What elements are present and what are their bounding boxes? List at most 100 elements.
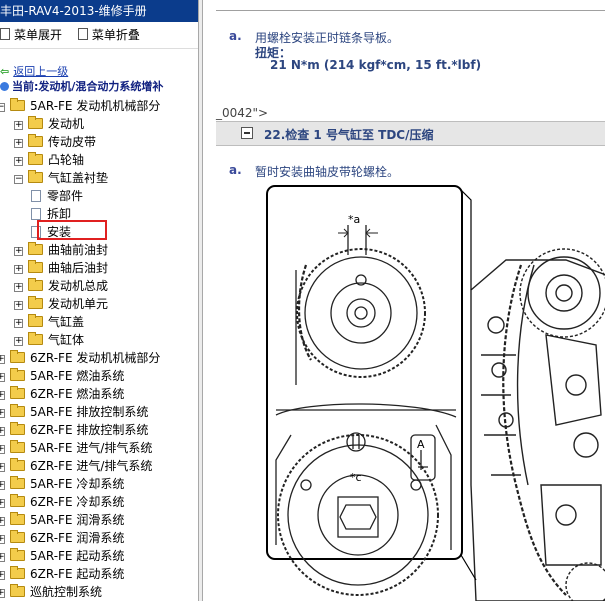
tree-item-label: 5AR-FE 燃油系统 <box>30 369 125 383</box>
folder-icon <box>28 170 43 183</box>
expand-toggle-icon[interactable]: + <box>14 121 23 130</box>
tree-item[interactable]: + 巡航控制系统 <box>0 583 102 601</box>
folder-icon <box>10 404 25 417</box>
tree-item[interactable]: + 发动机单元 <box>14 295 108 313</box>
expand-toggle-icon[interactable]: + <box>0 391 5 400</box>
tree-item-label: 凸轮轴 <box>48 153 85 167</box>
engine-timing-illustration: *a *c A <box>266 185 605 601</box>
collapse-toggle-icon[interactable]: − <box>14 175 23 184</box>
folder-icon <box>28 278 43 291</box>
folder-icon <box>10 494 25 507</box>
collapse-section-icon[interactable] <box>241 127 253 139</box>
expand-toggle-icon[interactable]: + <box>0 463 5 472</box>
tree-item[interactable]: +5AR-FE 进气/排气系统 <box>0 439 152 457</box>
anchor-text: _0042"> <box>216 106 269 120</box>
expand-toggle-icon[interactable]: + <box>0 571 5 580</box>
folder-icon <box>10 368 25 381</box>
figure-label-c: *c <box>350 471 362 484</box>
expand-toggle-icon[interactable]: + <box>0 373 5 382</box>
expand-toggle-icon[interactable]: + <box>14 337 23 346</box>
expand-toggle-icon[interactable]: + <box>0 409 5 418</box>
tree-item[interactable]: +5AR-FE 燃油系统 <box>0 367 124 385</box>
tree-item[interactable]: +6ZR-FE 进气/排气系统 <box>0 457 152 475</box>
expand-toggle-icon[interactable]: + <box>14 283 23 292</box>
expand-toggle-icon[interactable]: + <box>14 265 23 274</box>
folder-icon <box>10 512 25 525</box>
tree-item[interactable]: + 气缸盖 <box>14 313 84 331</box>
tree-item[interactable]: + 凸轮轴 <box>14 151 84 169</box>
tree-item[interactable]: +6ZR-FE 冷却系统 <box>0 493 124 511</box>
toolbar: 菜单展开 菜单折叠 <box>0 22 198 49</box>
expand-toggle-icon[interactable]: + <box>0 355 5 364</box>
selection-highlight <box>37 220 107 240</box>
tree-item-label: 5AR-FE 起动系统 <box>30 549 125 563</box>
tree-item-label: 5AR-FE 进气/排气系统 <box>30 441 153 455</box>
tree-item-label: 拆卸 <box>47 207 72 221</box>
expand-toggle-icon[interactable]: + <box>0 589 5 598</box>
tree-item[interactable]: +5AR-FE 冷却系统 <box>0 475 124 493</box>
expand-toggle-icon[interactable]: + <box>0 553 5 562</box>
tree-item-label: 气缸盖衬垫 <box>48 171 109 185</box>
tree-item[interactable]: +5AR-FE 润滑系统 <box>0 511 124 529</box>
folder-icon <box>28 314 43 327</box>
collapse-toggle-icon[interactable]: − <box>0 103 5 112</box>
tree-item[interactable]: + 气缸体 <box>14 331 84 349</box>
tree-item[interactable]: 零部件 <box>31 187 83 205</box>
back-link[interactable]: 返回上一级 <box>13 65 68 78</box>
folder-icon <box>10 566 25 579</box>
expand-toggle-icon[interactable]: + <box>14 157 23 166</box>
expand-toggle-icon[interactable]: + <box>0 535 5 544</box>
folder-icon <box>10 440 25 453</box>
tree-item-label: 气缸体 <box>48 333 85 347</box>
tree-item-label: 6ZR-FE 冷却系统 <box>30 495 125 509</box>
tree-item[interactable]: +6ZR-FE 润滑系统 <box>0 529 124 547</box>
folder-icon <box>28 242 43 255</box>
folder-icon <box>28 152 43 165</box>
current-location: 当前:发动机/混合动力系统增补 <box>0 78 163 94</box>
tree-item-label: 6ZR-FE 进气/排气系统 <box>30 459 153 473</box>
expand-toggle-icon[interactable]: + <box>0 427 5 436</box>
expand-toggle-icon[interactable]: + <box>0 499 5 508</box>
tree-item[interactable]: + 传动皮带 <box>14 133 96 151</box>
folder-icon <box>28 260 43 273</box>
tree-item[interactable]: + 发动机总成 <box>14 277 108 295</box>
collapse-menu-button[interactable]: 菜单折叠 <box>77 22 140 48</box>
tree-item[interactable]: +6ZR-FE 排放控制系统 <box>0 421 148 439</box>
expand-toggle-icon[interactable]: + <box>0 481 5 490</box>
back-arrow-icon: ⇦ <box>0 65 10 78</box>
expand-toggle-icon[interactable]: + <box>0 517 5 526</box>
folder-icon <box>28 116 43 129</box>
document-icon <box>31 190 41 202</box>
expand-toggle-icon[interactable]: + <box>0 445 5 454</box>
current-location-label: 当前:发动机/混合动力系统增补 <box>12 80 164 93</box>
tree-item-label: 5AR-FE 排放控制系统 <box>30 405 149 419</box>
collapse-label: 菜单折叠 <box>91 28 140 42</box>
step-text: 暂时安装曲轴皮带轮螺栓。 <box>255 165 400 179</box>
tree-item-label: 曲轴前油封 <box>48 243 109 257</box>
tree-item-label: 5AR-FE 发动机机械部分 <box>30 99 161 113</box>
step-letter: a. <box>229 29 242 43</box>
expand-toggle-icon[interactable]: + <box>14 139 23 148</box>
tree-item[interactable]: +5AR-FE 排放控制系统 <box>0 403 148 421</box>
tree-item[interactable]: +5AR-FE 起动系统 <box>0 547 124 565</box>
tree-item[interactable]: + 发动机 <box>14 115 84 133</box>
tree-item-label: 传动皮带 <box>48 135 97 149</box>
tree-item[interactable]: + 曲轴前油封 <box>14 241 108 259</box>
tree-item-label: 6ZR-FE 起动系统 <box>30 567 125 581</box>
tree-item[interactable]: − 5AR-FE 发动机机械部分 <box>0 97 160 115</box>
tree-item[interactable]: +6ZR-FE 燃油系统 <box>0 385 124 403</box>
expand-menu-button[interactable]: 菜单展开 <box>0 22 62 48</box>
content-pane: a. 用螺栓安装正时链条导板。 扭矩： 21 N*m (214 kgf*cm, … <box>203 0 605 601</box>
expand-toggle-icon[interactable]: + <box>14 247 23 256</box>
section-header[interactable]: 22.检查 1 号气缸至 TDC/压缩 <box>216 121 605 146</box>
tree-item-label: 6ZR-FE 燃油系统 <box>30 387 125 401</box>
tree-item[interactable]: + 曲轴后油封 <box>14 259 108 277</box>
expand-toggle-icon[interactable]: + <box>14 319 23 328</box>
folder-icon <box>10 422 25 435</box>
tree-item[interactable]: +6ZR-FE 发动机机械部分 <box>0 349 160 367</box>
tree-item[interactable]: +6ZR-FE 起动系统 <box>0 565 124 583</box>
tree-item-label: 巡航控制系统 <box>30 585 103 599</box>
expand-toggle-icon[interactable]: + <box>14 301 23 310</box>
tree-item[interactable]: − 气缸盖衬垫 <box>14 169 108 187</box>
folder-icon <box>10 98 25 111</box>
